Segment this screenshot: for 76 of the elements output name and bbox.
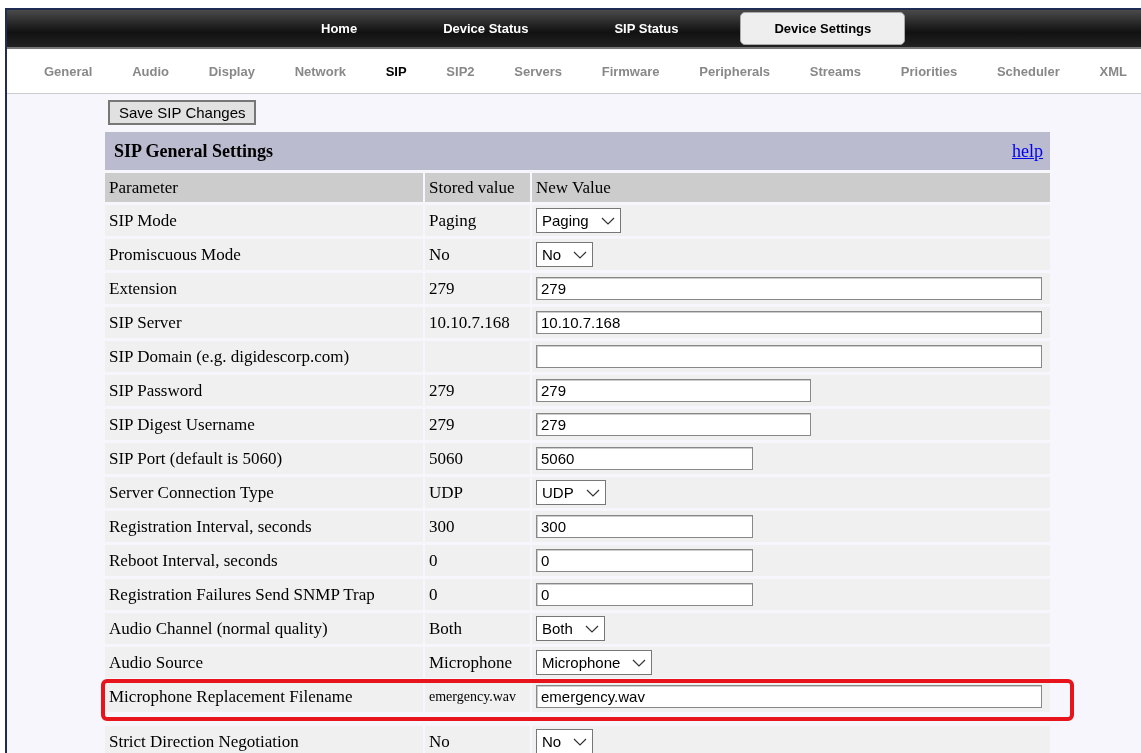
stored-value-cell: 279 [425,409,530,440]
stored-value-cell: No [425,239,530,270]
save-button[interactable]: Save SIP Changes [108,100,257,125]
dropdown[interactable]: Microphone [536,650,653,675]
sub-tab[interactable]: General [44,63,93,79]
stored-value-cell: Microphone [425,647,530,678]
column-header: Parameter [105,173,423,202]
stored-value-cell: 279 [425,375,530,406]
parameter-cell: Microphone Replacement Filename [105,681,423,712]
help-link[interactable]: help [1012,140,1043,162]
parameter-cell: SIP Port (default is 5060) [105,443,423,474]
main-tab[interactable]: SIP Status [590,14,703,43]
text-input[interactable]: 5060 [536,447,753,470]
dropdown[interactable]: No [536,729,594,753]
chevron-down-icon [600,216,615,225]
parameter-cell: Audio Source [105,647,423,678]
parameter-cell: Server Connection Type [105,477,423,508]
text-input[interactable] [536,345,1042,368]
text-input[interactable]: 279 [536,379,811,402]
sub-tab[interactable]: Firmware [601,63,660,79]
chevron-down-icon [632,658,647,667]
sub-tab[interactable]: XML [1099,63,1127,79]
column-header: New Value [532,173,1050,202]
parameter-cell: SIP Password [105,375,423,406]
stored-value-cell: Paging [425,205,530,236]
main-tab[interactable]: Home [297,14,382,43]
sub-tab[interactable]: Streams [809,63,862,79]
stored-value-cell: Both [425,613,530,644]
text-input[interactable]: emergency.wav [536,685,1042,708]
parameter-cell: SIP Server [105,307,423,338]
stored-value-cell: emergency.wav [425,681,530,712]
dropdown[interactable]: Both [536,616,605,641]
stored-value-cell: 0 [425,579,530,610]
stored-value-cell: 279 [425,273,530,304]
text-input[interactable]: 279 [536,277,1042,300]
stored-value-cell: No [425,726,530,753]
chevron-down-icon [584,624,599,633]
parameter-cell: Promiscuous Mode [105,239,423,270]
chevron-down-icon [585,488,600,497]
sub-tab[interactable]: Peripherals [699,63,771,79]
sub-tab[interactable]: SIP2 [446,63,475,79]
stored-value-cell: 300 [425,511,530,542]
sub-tab[interactable]: Servers [514,63,562,79]
chevron-down-icon [573,737,588,746]
dropdown[interactable]: UDP [536,480,606,505]
column-header: Stored value [425,173,530,202]
text-input[interactable]: 279 [536,413,811,436]
parameter-cell: Registration Interval, seconds [105,511,423,542]
sub-tab[interactable]: Audio [132,63,169,79]
main-tab[interactable]: Device Settings [740,12,906,45]
sub-tab[interactable]: Scheduler [996,63,1060,79]
main-tab[interactable]: Device Status [419,14,553,43]
stored-value-cell: 10.10.7.168 [425,307,530,338]
stored-value-cell: 0 [425,545,530,576]
parameter-cell: Extension [105,273,423,304]
text-input[interactable]: 300 [536,515,753,538]
stored-value-cell: 5060 [425,443,530,474]
sub-tab[interactable]: Network [294,63,346,79]
text-input[interactable]: 0 [536,583,753,606]
text-input[interactable]: 0 [536,549,753,572]
parameter-cell: SIP Digest Username [105,409,423,440]
chevron-down-icon [573,250,588,259]
section-title: SIP General Settings [114,140,273,162]
sub-tab[interactable]: SIP [385,63,407,79]
parameter-cell: Registration Failures Send SNMP Trap [105,579,423,610]
dropdown[interactable]: Paging [536,208,621,233]
parameter-cell: Reboot Interval, seconds [105,545,423,576]
sub-tab[interactable]: Display [208,63,255,79]
stored-value-cell: UDP [425,477,530,508]
parameter-cell: SIP Domain (e.g. digidescorp.com) [105,341,423,372]
dropdown[interactable]: No [536,242,594,267]
parameter-cell: Audio Channel (normal quality) [105,613,423,644]
parameter-cell: Strict Direction Negotiation [105,726,423,753]
sub-tab[interactable]: Priorities [900,63,958,79]
text-input[interactable]: 10.10.7.168 [536,311,1042,334]
parameter-cell: SIP Mode [105,205,423,236]
